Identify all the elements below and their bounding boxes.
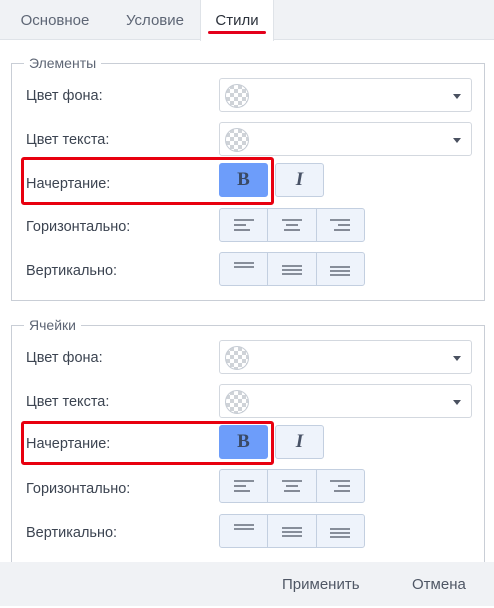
align-middle-icon[interactable] [268, 253, 317, 285]
chevron-down-icon [453, 138, 461, 143]
align-bottom-icon[interactable] [317, 253, 364, 285]
cells-font-style-label: Начертание: [26, 436, 111, 452]
align-top-icon[interactable] [220, 515, 269, 547]
dialog-footer: Применить Отмена [0, 562, 494, 606]
cells-vertical-label: Вертикально: [26, 525, 118, 541]
cells-bg-color-select[interactable] [219, 340, 472, 374]
active-tab-underline [208, 31, 266, 34]
align-left-icon[interactable] [220, 470, 269, 502]
cells-horizontal-align-group [219, 469, 365, 503]
tab-bar: Основное Условие Стили [0, 0, 494, 41]
elements-bg-color-select[interactable] [219, 78, 472, 112]
elements-font-style-label: Начертание: [26, 176, 111, 192]
cancel-button[interactable]: Отмена [412, 562, 466, 606]
cells-group: Ячейки Цвет фона: Цвет текста: Начертани… [11, 317, 485, 575]
cells-horizontal-label: Горизонтально: [26, 481, 131, 497]
align-middle-icon[interactable] [268, 515, 317, 547]
elements-text-color-select[interactable] [219, 122, 472, 156]
chevron-down-icon [453, 356, 461, 361]
align-center-icon[interactable] [268, 470, 317, 502]
elements-horizontal-label: Горизонтально: [26, 219, 131, 235]
elements-legend: Элементы [24, 55, 102, 71]
elements-bg-color-label: Цвет фона: [26, 88, 103, 104]
chevron-down-icon [453, 400, 461, 405]
elements-group: Элементы Цвет фона: Цвет текста: Начерта… [11, 55, 485, 301]
align-bottom-icon[interactable] [317, 515, 364, 547]
elements-vertical-align-group [219, 252, 365, 286]
cells-bold-button[interactable]: B [219, 425, 268, 459]
chevron-down-icon [453, 94, 461, 99]
elements-vertical-label: Вертикально: [26, 263, 118, 279]
transparent-swatch-icon [225, 128, 249, 152]
align-center-icon[interactable] [268, 209, 317, 241]
cells-text-color-select[interactable] [219, 384, 472, 418]
align-right-icon[interactable] [317, 209, 364, 241]
cells-text-color-label: Цвет текста: [26, 394, 110, 410]
transparent-swatch-icon [225, 346, 249, 370]
elements-bold-button[interactable]: B [219, 163, 268, 197]
elements-italic-button[interactable]: I [275, 163, 324, 197]
elements-horizontal-align-group [219, 208, 365, 242]
tab-general[interactable]: Основное [0, 0, 110, 40]
cells-legend: Ячейки [24, 317, 81, 333]
align-top-icon[interactable] [220, 253, 269, 285]
apply-button[interactable]: Применить [282, 562, 360, 606]
cells-italic-button[interactable]: I [275, 425, 324, 459]
transparent-swatch-icon [225, 390, 249, 414]
tab-condition[interactable]: Условие [110, 0, 200, 40]
tab-styles[interactable]: Стили [200, 0, 274, 41]
cells-bg-color-label: Цвет фона: [26, 350, 103, 366]
cells-vertical-align-group [219, 514, 365, 548]
transparent-swatch-icon [225, 84, 249, 108]
align-right-icon[interactable] [317, 470, 364, 502]
tab-styles-label: Стили [215, 12, 259, 29]
elements-text-color-label: Цвет текста: [26, 132, 110, 148]
align-left-icon[interactable] [220, 209, 269, 241]
